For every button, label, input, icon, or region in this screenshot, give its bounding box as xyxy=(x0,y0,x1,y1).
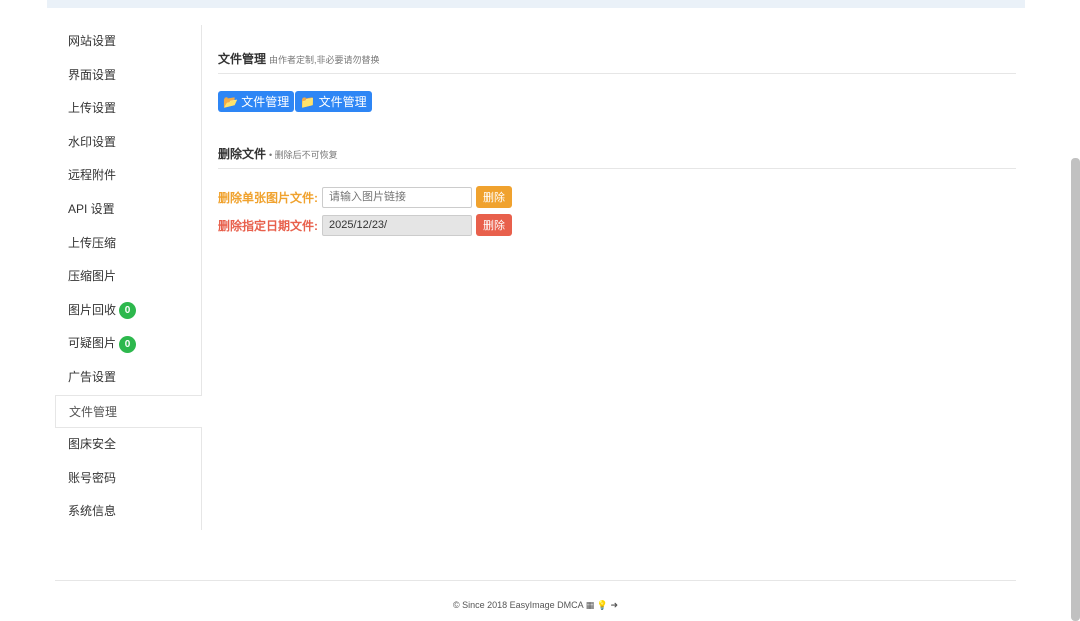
sidebar-item-security[interactable]: 图床安全 xyxy=(55,428,201,462)
delete-single-button[interactable]: 删除 xyxy=(476,186,512,208)
date-input[interactable] xyxy=(322,214,472,236)
sidebar-item-suspicious[interactable]: 可疑图片 0 xyxy=(55,327,201,361)
lightbulb-icon[interactable]: 💡 xyxy=(597,600,608,610)
sidebar-item-watermark[interactable]: 水印设置 xyxy=(55,126,201,160)
top-bar xyxy=(47,0,1025,8)
heading-subtitle: 由作者定制,非必要请勿替换 xyxy=(269,55,380,65)
sidebar-item-api[interactable]: API 设置 xyxy=(55,193,201,227)
file-manager-button-1[interactable]: 📂 文件管理 xyxy=(218,91,295,112)
folder-open-icon: 📂 xyxy=(223,95,238,109)
sidebar-item-ui[interactable]: 界面设置 xyxy=(55,59,201,93)
heading-title: 删除文件 xyxy=(218,147,267,161)
label: 文件管理 xyxy=(241,95,290,109)
sidebar-item-file-manage[interactable]: 文件管理 xyxy=(55,394,202,429)
sidebar: 网站设置 界面设置 上传设置 水印设置 远程附件 API 设置 上传压缩 压缩图… xyxy=(55,25,202,530)
sidebar-item-compress[interactable]: 压缩图片 xyxy=(55,260,201,294)
sidebar-item-remote[interactable]: 远程附件 xyxy=(55,159,201,193)
heading-title: 文件管理 xyxy=(218,52,267,66)
count-badge: 0 xyxy=(119,335,137,353)
date-delete-label: 删除指定日期文件: xyxy=(218,218,318,233)
count-badge: 0 xyxy=(119,302,137,320)
sidebar-item-system[interactable]: 系统信息 xyxy=(55,495,201,529)
sidebar-item-ads[interactable]: 广告设置 xyxy=(55,361,201,395)
file-manager-button-2[interactable]: 📁 文件管理 xyxy=(295,91,372,112)
sign-out-icon[interactable]: ➜ xyxy=(610,600,618,610)
footer-text: © Since 2018 EasyImage DMCA xyxy=(452,600,584,610)
sidebar-item-account[interactable]: 账号密码 xyxy=(55,462,201,496)
sidebar-item-upload-compress[interactable]: 上传压缩 xyxy=(55,227,201,261)
label: 可疑图片 xyxy=(68,336,117,351)
main-content: 文件管理 由作者定制,非必要请勿替换 📂 文件管理 📁 文件管理 删除文件 • 删除后… xyxy=(218,50,1016,242)
image-url-input[interactable] xyxy=(322,186,472,208)
qrcode-icon[interactable]: ▦ xyxy=(586,600,595,610)
label: 文件管理 xyxy=(318,95,367,109)
footer: © Since 2018 EasyImage DMCA ▦ 💡 ➜ xyxy=(55,580,1016,611)
heading-subtitle: • 删除后不可恢复 xyxy=(269,150,338,160)
sidebar-item-recycle[interactable]: 图片回收 0 xyxy=(55,294,201,328)
sidebar-item-website[interactable]: 网站设置 xyxy=(55,25,201,59)
delete-date-button[interactable]: 删除 xyxy=(476,214,512,236)
label: 图片回收 xyxy=(68,302,117,317)
single-delete-label: 删除单张图片文件: xyxy=(218,190,318,205)
sidebar-item-upload[interactable]: 上传设置 xyxy=(55,92,201,126)
section-heading: 文件管理 由作者定制,非必要请勿替换 xyxy=(218,50,1016,74)
folder-icon: 📁 xyxy=(300,95,316,109)
section-heading: 删除文件 • 删除后不可恢复 xyxy=(218,145,1016,169)
scrollbar[interactable] xyxy=(1071,158,1080,621)
